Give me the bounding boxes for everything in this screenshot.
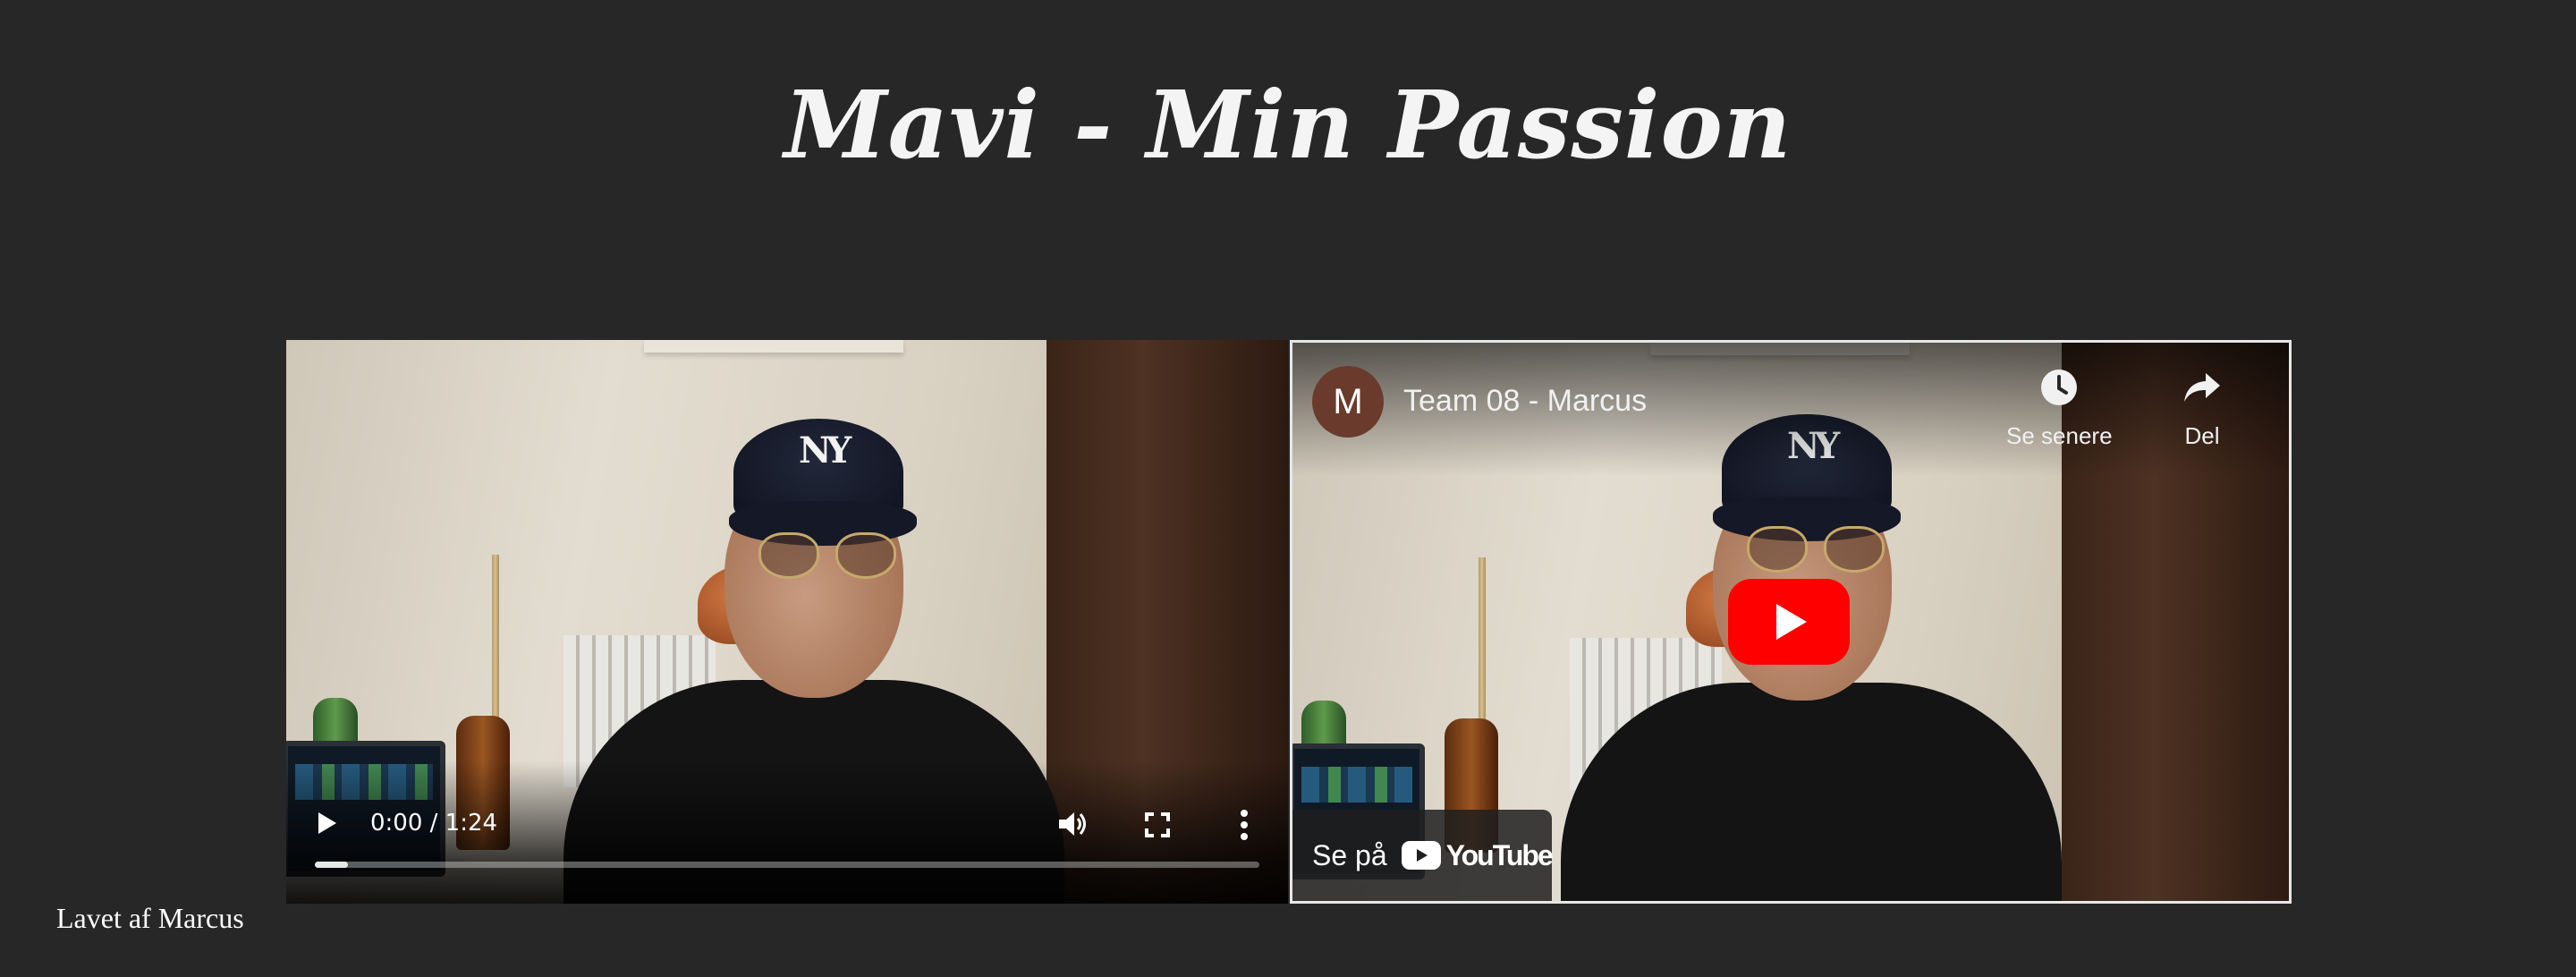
progress-bar[interactable] bbox=[315, 862, 1259, 868]
watch-later-button[interactable]: Se senere bbox=[2006, 368, 2113, 450]
watch-later-label: Se senere bbox=[2006, 422, 2113, 449]
native-video-player[interactable]: NY 0:00 / 1:24 bbox=[286, 340, 1288, 904]
youtube-embed[interactable]: NY M Team 08 - Marcus Se senere Del Se p… bbox=[1290, 340, 2292, 904]
more-vertical-icon[interactable] bbox=[1240, 809, 1249, 841]
channel-avatar[interactable]: M bbox=[1312, 366, 1384, 438]
youtube-wordmark: YouTube bbox=[1445, 838, 1554, 871]
play-icon[interactable] bbox=[318, 812, 336, 834]
share-label: Del bbox=[2184, 422, 2220, 449]
page-title: Mavi - Min Passion bbox=[784, 70, 1792, 180]
fullscreen-icon[interactable] bbox=[1145, 812, 1170, 837]
footer-credit: Lavet af Marcus bbox=[56, 902, 244, 934]
page: Mavi - Min Passion NY 0:00 / 1:24 M Team… bbox=[0, 0, 2576, 977]
time-display: 0:00 / 1:24 bbox=[370, 810, 498, 837]
youtube-logo-icon: YouTube bbox=[1401, 838, 1554, 872]
watch-on-youtube-button[interactable]: Se på YouTube bbox=[1292, 810, 1554, 901]
share-arrow-icon bbox=[2184, 373, 2220, 402]
clock-icon bbox=[2041, 370, 2078, 405]
progress-fill bbox=[315, 862, 348, 868]
watch-on-label: Se på bbox=[1312, 838, 1387, 871]
youtube-play-icon[interactable] bbox=[1728, 579, 1850, 665]
volume-icon[interactable] bbox=[1057, 809, 1089, 839]
share-button[interactable]: Del bbox=[2182, 368, 2222, 450]
video-title[interactable]: Team 08 - Marcus bbox=[1403, 382, 1647, 420]
